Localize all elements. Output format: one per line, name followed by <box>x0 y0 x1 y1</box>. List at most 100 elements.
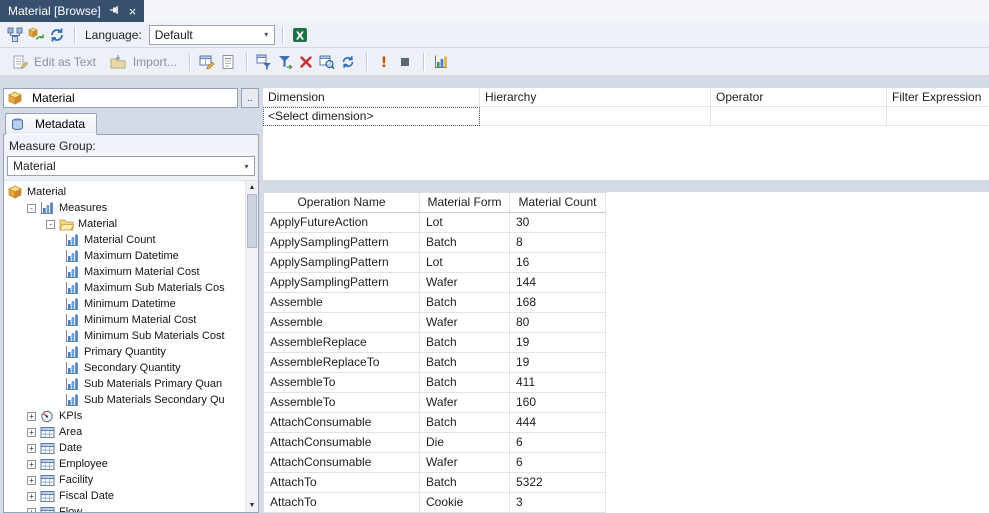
table-row[interactable]: AttachToBatch5322 <box>264 473 607 493</box>
plus-expander-icon[interactable]: + <box>27 428 36 437</box>
chevron-down-icon[interactable]: ▾ <box>259 30 274 39</box>
result-cell[interactable]: Assemble <box>264 313 420 333</box>
result-cell[interactable]: Assemble <box>264 293 420 313</box>
tree-item[interactable]: +Fiscal Date <box>4 488 243 504</box>
plus-expander-icon[interactable]: + <box>27 476 36 485</box>
result-cell[interactable]: 6 <box>510 453 606 473</box>
result-cell[interactable]: ApplySamplingPattern <box>264 253 420 273</box>
edit-as-text-button[interactable]: Edit as Text <box>4 49 101 74</box>
document-tab[interactable]: Material [Browse] × <box>0 0 144 22</box>
import-button[interactable]: Import... <box>103 49 182 74</box>
browse-cube-button[interactable]: .. <box>241 88 259 108</box>
table-row[interactable]: AttachToCookie3 <box>264 493 607 513</box>
cube-selector[interactable]: Material <box>3 88 238 108</box>
tree-item[interactable]: +Facility <box>4 472 243 488</box>
tree-item[interactable]: Sub Materials Secondary Qu <box>4 392 243 408</box>
tab-metadata[interactable]: Metadata <box>5 113 97 135</box>
plus-expander-icon[interactable]: + <box>27 460 36 469</box>
table-row[interactable]: AttachConsumableWafer6 <box>264 453 607 473</box>
drillthrough-icon[interactable] <box>317 51 338 72</box>
table-row[interactable]: AssembleWafer80 <box>264 313 607 333</box>
language-combobox[interactable]: Default ▾ <box>149 25 275 45</box>
excel-icon[interactable]: X <box>290 24 311 45</box>
process-cube-icon[interactable] <box>25 24 46 45</box>
result-cell[interactable]: AttachConsumable <box>264 453 420 473</box>
plus-expander-icon[interactable]: + <box>27 492 36 501</box>
plus-expander-icon[interactable]: + <box>27 412 36 421</box>
result-cell[interactable]: Batch <box>420 233 510 253</box>
tree-item[interactable]: +Flow <box>4 504 243 512</box>
measure-group-combobox[interactable]: Material ▾ <box>7 156 255 176</box>
result-cell[interactable]: 19 <box>510 333 606 353</box>
result-cell[interactable]: Batch <box>420 333 510 353</box>
tree-item[interactable]: Maximum Sub Materials Cos <box>4 280 243 296</box>
design-query-icon[interactable] <box>197 51 218 72</box>
table-row[interactable]: AttachConsumableBatch444 <box>264 413 607 433</box>
result-cell[interactable]: Lot <box>420 253 510 273</box>
tree-item[interactable]: Primary Quantity <box>4 344 243 360</box>
result-cell[interactable]: AssembleTo <box>264 393 420 413</box>
result-cell[interactable]: Batch <box>420 473 510 493</box>
scroll-up-icon[interactable]: ▲ <box>246 181 258 194</box>
table-row[interactable]: ApplySamplingPatternLot16 <box>264 253 607 273</box>
minus-expander-icon[interactable]: - <box>27 204 36 213</box>
minus-expander-icon[interactable]: - <box>46 220 55 229</box>
table-row[interactable]: AssembleToWafer160 <box>264 393 607 413</box>
stop-icon[interactable] <box>395 51 416 72</box>
tree-item[interactable]: Sub Materials Primary Quan <box>4 376 243 392</box>
tree-item[interactable]: Minimum Material Cost <box>4 312 243 328</box>
result-cell[interactable]: AttachConsumable <box>264 433 420 453</box>
table-row[interactable]: AssembleReplaceBatch19 <box>264 333 607 353</box>
result-cell[interactable]: AssembleReplaceTo <box>264 353 420 373</box>
tree-item[interactable]: Maximum Datetime <box>4 248 243 264</box>
table-row[interactable]: AssembleToBatch411 <box>264 373 607 393</box>
result-cell[interactable]: 80 <box>510 313 606 333</box>
tree-item[interactable]: -Material <box>4 216 243 232</box>
result-cell[interactable]: Batch <box>420 353 510 373</box>
auto-filter-icon[interactable] <box>254 51 275 72</box>
result-cell[interactable]: Die <box>420 433 510 453</box>
result-cell[interactable]: Batch <box>420 373 510 393</box>
scroll-down-icon[interactable]: ▼ <box>246 499 258 512</box>
result-cell[interactable]: Wafer <box>420 453 510 473</box>
tree-item[interactable]: Material Count <box>4 232 243 248</box>
tree-item[interactable]: -Measures <box>4 200 243 216</box>
plus-expander-icon[interactable]: + <box>27 444 36 453</box>
result-cell[interactable]: 160 <box>510 393 606 413</box>
result-cell[interactable]: ApplySamplingPattern <box>264 233 420 253</box>
result-cell[interactable]: 144 <box>510 273 606 293</box>
tree-item[interactable]: Secondary Quantity <box>4 360 243 376</box>
tree-item[interactable]: Minimum Sub Materials Cost <box>4 328 243 344</box>
scrollbar-track[interactable] <box>246 248 258 499</box>
result-cell[interactable]: 3 <box>510 493 606 513</box>
table-row[interactable]: AssembleBatch168 <box>264 293 607 313</box>
result-cell[interactable]: 30 <box>510 213 606 233</box>
result-cell[interactable]: 5322 <box>510 473 606 493</box>
tree-item[interactable]: Material <box>4 184 243 200</box>
result-cell[interactable]: 8 <box>510 233 606 253</box>
result-cell[interactable]: Cookie <box>420 493 510 513</box>
cube-model-icon[interactable] <box>4 24 25 45</box>
pin-icon[interactable] <box>109 4 121 19</box>
result-cell[interactable]: Batch <box>420 293 510 313</box>
clear-results-icon[interactable] <box>296 51 317 72</box>
tree-item[interactable]: +KPIs <box>4 408 243 424</box>
reconnect-icon[interactable] <box>46 24 67 45</box>
scrollbar-thumb[interactable] <box>247 194 257 248</box>
tree-item[interactable]: Maximum Material Cost <box>4 264 243 280</box>
table-row[interactable]: AttachConsumableDie6 <box>264 433 607 453</box>
chevron-down-icon[interactable]: ▾ <box>239 162 254 171</box>
result-cell[interactable]: 411 <box>510 373 606 393</box>
show-filter-icon[interactable] <box>275 51 296 72</box>
table-row[interactable]: ApplySamplingPatternBatch8 <box>264 233 607 253</box>
tree-item[interactable]: +Area <box>4 424 243 440</box>
result-cell[interactable]: ApplyFutureAction <box>264 213 420 233</box>
result-cell[interactable]: Wafer <box>420 313 510 333</box>
report-icon[interactable] <box>218 51 239 72</box>
result-cell[interactable]: Batch <box>420 413 510 433</box>
refresh-results-icon[interactable] <box>338 51 359 72</box>
table-row[interactable]: AssembleReplaceToBatch19 <box>264 353 607 373</box>
close-icon[interactable]: × <box>129 5 137 18</box>
result-cell[interactable]: AttachConsumable <box>264 413 420 433</box>
table-row[interactable]: ApplyFutureActionLot30 <box>264 213 607 233</box>
